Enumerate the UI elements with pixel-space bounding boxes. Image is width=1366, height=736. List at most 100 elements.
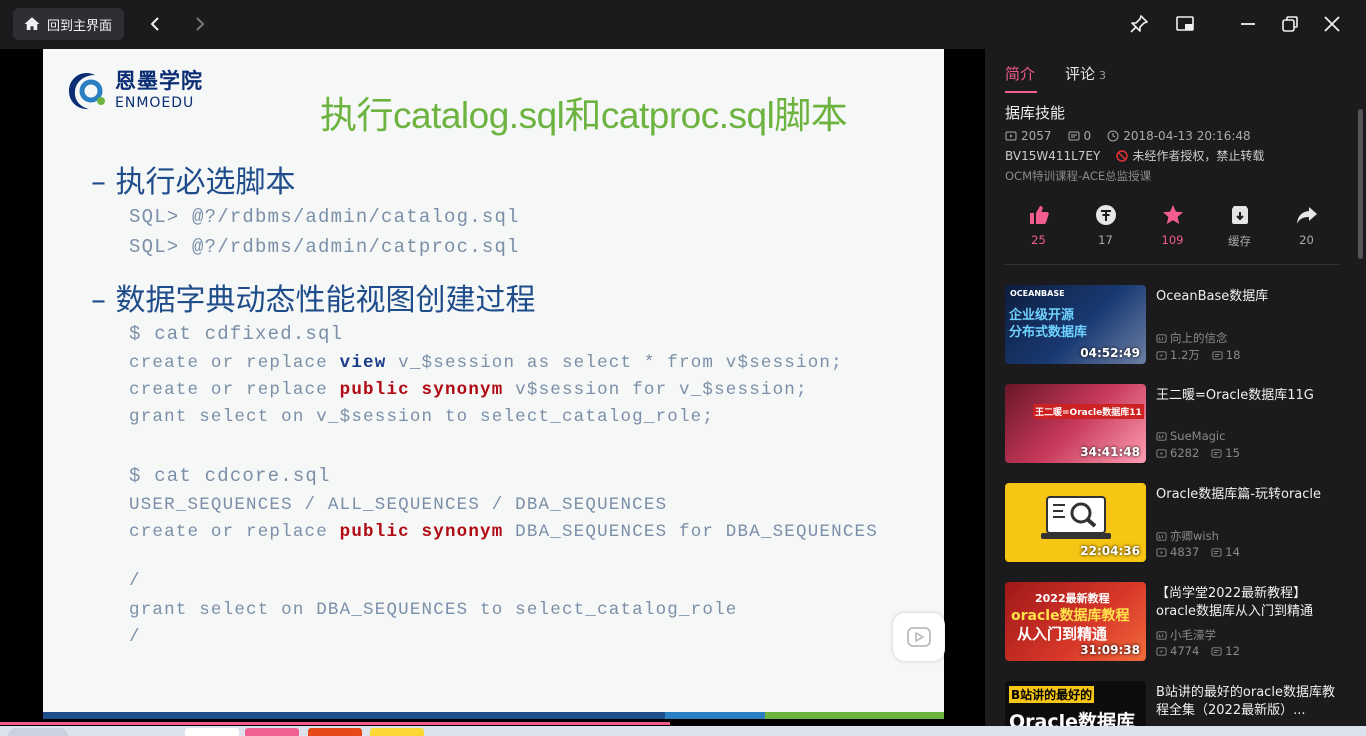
clock-icon: [1107, 130, 1119, 142]
code-text: v$session for v_$session;: [503, 380, 808, 400]
recommended-video[interactable]: OCEANBASE 企业级开源 分布式数据库 04:52:49 OceanBas…: [1005, 285, 1350, 365]
pin-icon: [1130, 15, 1148, 33]
thumb-text: oracle数据库教程: [1011, 608, 1130, 624]
forward-button[interactable]: [187, 12, 211, 36]
tab-comments-label: 评论: [1065, 65, 1096, 83]
video-thumbnail: 王二暖=Oracle数据库11 34:41:48: [1005, 384, 1146, 463]
play-button[interactable]: [893, 613, 945, 661]
download-button[interactable]: 缓存: [1206, 203, 1273, 265]
danmaku-icon: [1211, 547, 1222, 557]
share-icon: [1296, 207, 1317, 224]
close-icon: [1324, 16, 1340, 32]
back-button[interactable]: [144, 12, 168, 36]
slide-code-line: create or replace public synonym v$sessi…: [129, 380, 808, 400]
taskbar-item[interactable]: [245, 728, 299, 736]
minimize-button[interactable]: [1236, 12, 1260, 36]
recommended-video[interactable]: 2022最新教程 oracle数据库教程 从入门到精通 31:09:38 【尚学…: [1005, 582, 1350, 662]
code-text: DBA_SEQUENCES for DBA_SEQUENCES: [503, 522, 878, 542]
danmaku-icon: [1211, 646, 1222, 656]
minimize-icon: [1241, 23, 1255, 25]
recommended-video[interactable]: 22:04:36 Oracle数据库篇-玩转oracle 亦卿wish 4837…: [1005, 483, 1350, 563]
taskbar-item[interactable]: [308, 728, 362, 736]
favorite-button[interactable]: 109: [1139, 203, 1206, 265]
taskbar-item[interactable]: [185, 728, 239, 736]
video-thumbnail: OCEANBASE 企业级开源 分布式数据库 04:52:49: [1005, 285, 1146, 364]
uploader-icon: [1156, 531, 1167, 541]
uploader-name: 亦卿wish: [1170, 529, 1219, 543]
uploader-icon: [1156, 630, 1167, 640]
share-button[interactable]: 20: [1273, 203, 1340, 265]
restore-icon: [1282, 16, 1298, 32]
side-panel-scrollbar[interactable]: [1358, 109, 1363, 259]
danmaku-icon: [1211, 448, 1222, 458]
tab-intro[interactable]: 简介: [1005, 63, 1035, 84]
danmaku-count: 15: [1225, 446, 1240, 460]
slide-code-line: USER_SEQUENCES / ALL_SEQUENCES / DBA_SEQ…: [129, 495, 668, 515]
danmaku-icon: [1212, 350, 1223, 360]
view-count: 4774: [1170, 644, 1200, 658]
play-count-icon: [1156, 547, 1167, 557]
thumb-text: 王二暖=Oracle数据库11: [1033, 404, 1144, 419]
code-text: create or replace: [129, 522, 340, 542]
side-panel: 简介 评论 3 据库技能 2057 0 2018-04-13 20:16:48 B…: [985, 49, 1366, 726]
code-keyword: view: [339, 353, 387, 373]
slide-bullet-1: – 执行必选脚本: [91, 165, 296, 200]
enmoedu-logo-icon: [69, 72, 105, 110]
coin-icon: [1095, 205, 1116, 225]
recommended-stats: 4774 12: [1156, 644, 1240, 658]
danmaku-count: 0: [1083, 129, 1092, 143]
slide-bullet-2: – 数据字典动态性能视图创建过程: [91, 283, 536, 318]
coin-button[interactable]: 17: [1072, 203, 1139, 265]
maximize-button[interactable]: [1278, 12, 1302, 36]
thumb-text: B站讲的最好的: [1009, 686, 1095, 703]
recommended-video[interactable]: B站讲的最好的 Oracle数据库 B站讲的最好的oracle数据库教程全集（2…: [1005, 681, 1350, 726]
recommended-stats: 1.2万 18: [1156, 347, 1240, 363]
slide-title: 执行catalog.sql和catproc.sql脚本: [320, 95, 848, 136]
tab-comments[interactable]: 评论 3: [1065, 63, 1106, 84]
uploader-icon: [1156, 431, 1167, 441]
video-duration: 04:52:49: [1080, 346, 1140, 360]
slide-footer-bar: [43, 712, 944, 719]
publish-date: 2018-04-13 20:16:48: [1123, 129, 1251, 143]
thumb-text: 分布式数据库: [1009, 325, 1088, 340]
slide-code-line: $ cat cdcore.sql: [129, 465, 331, 487]
thumb-text: 从入门到精通: [1017, 625, 1108, 643]
recommended-video[interactable]: 王二暖=Oracle数据库11 34:41:48 王二暖=Oracle数据库11…: [1005, 384, 1350, 464]
code-keyword: public synonym: [339, 380, 504, 400]
video-duration: 34:41:48: [1080, 445, 1140, 459]
recommended-title: OceanBase数据库: [1156, 289, 1269, 304]
play-count-icon: [1156, 448, 1167, 458]
video-thumbnail: 22:04:36: [1005, 483, 1146, 562]
recommended-stats: 4837 14: [1156, 545, 1240, 559]
action-bar: 25 17 109 缓存 20: [1005, 203, 1340, 265]
play-count-icon: [1005, 131, 1017, 141]
bvid: BV15W411L7EY: [1005, 148, 1101, 163]
taskbar-item[interactable]: [370, 728, 424, 736]
like-button[interactable]: 25: [1005, 203, 1072, 265]
uploader-row: SueMagic: [1156, 429, 1225, 443]
home-button-label: 回到主界面: [47, 18, 113, 34]
coin-count: 17: [1098, 233, 1113, 247]
taskbar-item[interactable]: [8, 728, 68, 736]
recommended-title: B站讲的最好的oracle数据库教程全集（2022最新版）...: [1156, 685, 1335, 718]
video-description: OCM特训课程-ACE总监授课: [1005, 169, 1152, 183]
video-id-row: BV15W411L7EY 未经作者授权，禁止转载: [1005, 147, 1264, 164]
pin-button[interactable]: [1127, 12, 1151, 36]
home-button[interactable]: 回到主界面: [13, 8, 125, 40]
favorite-icon: [1162, 205, 1183, 224]
uploader-row: 亦卿wish: [1156, 528, 1219, 544]
code-text: create or replace: [129, 353, 340, 373]
danmaku-count: 18: [1225, 348, 1241, 362]
view-count: 2057: [1021, 129, 1052, 143]
close-button[interactable]: [1320, 12, 1344, 36]
video-player[interactable]: 恩墨学院 ENMOEDU 执行catalog.sql和catproc.sql脚本…: [0, 49, 985, 726]
thumb-text: Oracle数据库: [1009, 711, 1136, 726]
play-icon: [907, 627, 931, 647]
slide-code-line: SQL> @?/rdbms/admin/catproc.sql: [129, 236, 520, 258]
laptop-search-icon: [1041, 496, 1111, 539]
danmaku-count: 14: [1225, 545, 1240, 559]
download-icon: [1231, 206, 1248, 224]
recommended-title: Oracle数据库篇-玩转oracle: [1156, 487, 1322, 502]
mini-player-button[interactable]: [1173, 12, 1197, 36]
like-count: 25: [1031, 233, 1046, 247]
